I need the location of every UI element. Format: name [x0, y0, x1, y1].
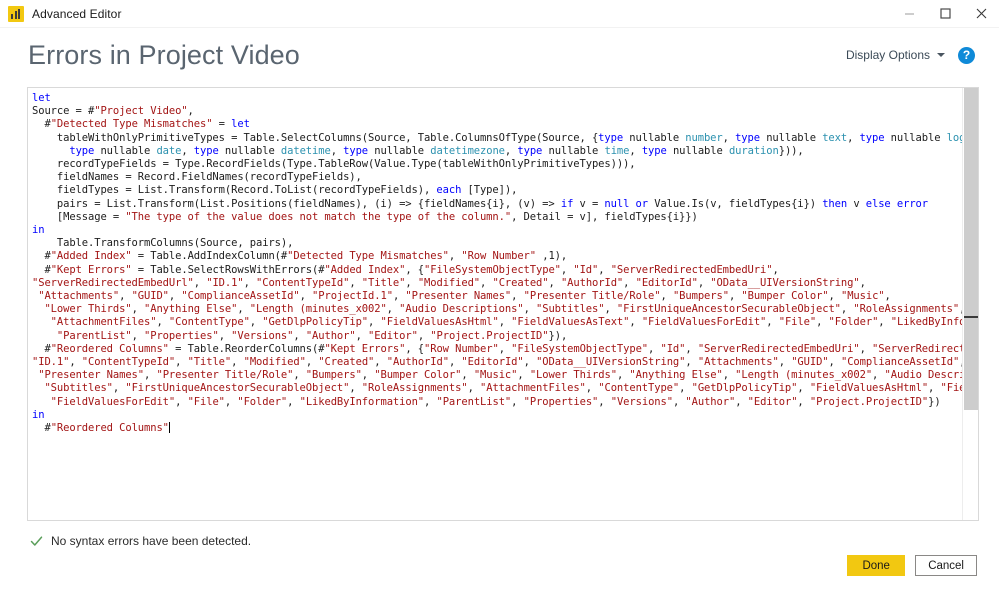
help-icon[interactable]: ?	[958, 46, 975, 64]
advanced-editor-window: Advanced Editor Errors in Project Video …	[0, 0, 999, 596]
chevron-down-icon	[937, 53, 945, 57]
syntax-status: No syntax errors have been detected.	[30, 534, 999, 548]
title-bar: Advanced Editor	[0, 0, 999, 28]
cancel-button[interactable]: Cancel	[915, 555, 977, 576]
maximize-icon[interactable]	[927, 0, 963, 28]
checkmark-icon	[30, 535, 43, 546]
display-options-label: Display Options	[845, 48, 930, 62]
editor-scrollbar[interactable]	[962, 88, 978, 520]
page-title: Errors in Project Video	[28, 39, 300, 70]
code-editor[interactable]: let Source = #"Project Video", #"Detecte…	[27, 87, 979, 521]
code-text-area[interactable]: let Source = #"Project Video", #"Detecte…	[28, 88, 962, 520]
window-title: Advanced Editor	[32, 6, 122, 21]
dialog-footer: Done Cancel	[0, 555, 999, 596]
header-actions: Display Options ?	[846, 46, 975, 64]
window-controls	[891, 0, 999, 28]
close-icon[interactable]	[963, 0, 999, 28]
scrollbar-thumb[interactable]	[964, 88, 978, 410]
bar-chart-icon	[8, 5, 24, 22]
minimize-icon[interactable]	[891, 0, 927, 28]
scrollbar-thumb-marker	[964, 316, 978, 318]
done-button[interactable]: Done	[847, 555, 906, 576]
display-options-dropdown[interactable]: Display Options	[846, 48, 945, 62]
text-cursor	[168, 422, 170, 434]
code-content: let Source = #"Project Video", #"Detecte…	[32, 92, 962, 435]
status-message: No syntax errors have been detected.	[51, 534, 252, 548]
editor-header: Errors in Project Video Display Options …	[0, 28, 999, 82]
